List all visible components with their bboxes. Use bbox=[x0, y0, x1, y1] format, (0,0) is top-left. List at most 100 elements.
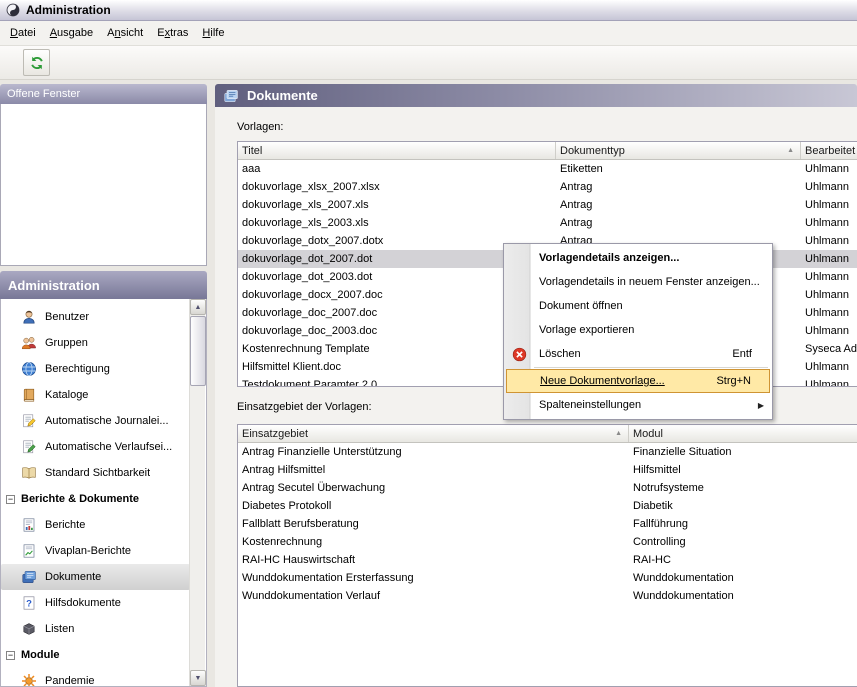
shortcut-label: Strg+N bbox=[716, 375, 763, 387]
sidebar-item-gruppen[interactable]: Gruppen bbox=[1, 330, 190, 356]
context-menu-item-vorlagendetails-anzeigen[interactable]: Vorlagendetails anzeigen... bbox=[506, 246, 770, 270]
table-cell: Uhlmann bbox=[801, 178, 857, 196]
sidebar-item-label: Standard Sichtbarkeit bbox=[45, 467, 150, 479]
column-header-modul[interactable]: Modul bbox=[629, 425, 857, 442]
sidebar-item-automatische-verlaufsei[interactable]: Automatische Verlaufsei... bbox=[1, 434, 190, 460]
sidebar-item-automatische-journalei[interactable]: Automatische Journalei... bbox=[1, 408, 190, 434]
sidebar-item-vivaplan-berichte[interactable]: Vivaplan-Berichte bbox=[1, 538, 190, 564]
user-icon bbox=[21, 309, 37, 325]
sidebar-item-hilfsdokumente[interactable]: ?Hilfsdokumente bbox=[1, 590, 190, 616]
table-row[interactable]: KostenrechnungControlling bbox=[238, 533, 857, 551]
title-bar: Administration bbox=[0, 0, 857, 21]
table-cell: Fallführung bbox=[629, 515, 857, 533]
sidebar-item-label: Module bbox=[21, 649, 60, 661]
menu-item-label: Neue Dokumentvorlage... bbox=[533, 375, 665, 387]
sidebar-item-listen[interactable]: Listen bbox=[1, 616, 190, 642]
history-icon bbox=[21, 439, 37, 455]
journal-icon bbox=[21, 413, 37, 429]
menu-ansicht[interactable]: Ansicht bbox=[100, 23, 150, 43]
sidebar-item-kataloge[interactable]: Kataloge bbox=[1, 382, 190, 408]
context-menu-item-neue-dokumentvorlage[interactable]: Neue Dokumentvorlage... Strg+N bbox=[506, 369, 770, 393]
documents-icon bbox=[223, 88, 239, 104]
scrollbar-down-button[interactable]: ▼ bbox=[190, 670, 206, 686]
column-header-titel[interactable]: Titel bbox=[238, 142, 556, 159]
menu-item-label: Vorlagendetails anzeigen... bbox=[532, 252, 679, 264]
tree-scrollbar[interactable]: ▲ ▼ bbox=[189, 299, 205, 686]
table-cell: Etiketten bbox=[556, 160, 801, 178]
scrollbar-thumb[interactable] bbox=[190, 316, 206, 386]
sidebar-item-standard-sichtbarkeit[interactable]: Standard Sichtbarkeit bbox=[1, 460, 190, 486]
table-cell: dokuvorlage_xls_2007.xls bbox=[238, 196, 556, 214]
svg-text:?: ? bbox=[26, 599, 32, 610]
column-header-bearbeitet-d[interactable]: Bearbeitet d bbox=[801, 142, 857, 159]
table-cell: Syseca Adm... bbox=[801, 340, 857, 358]
menu-datei[interactable]: Datei bbox=[3, 23, 43, 43]
visibility-icon bbox=[21, 465, 37, 481]
table-cell: Diabetik bbox=[629, 497, 857, 515]
context-menu: Vorlagendetails anzeigen... Vorlagendetai… bbox=[503, 243, 773, 420]
table-row[interactable]: RAI-HC HauswirtschaftRAI-HC bbox=[238, 551, 857, 569]
table-cell: Uhlmann bbox=[801, 160, 857, 178]
menu-item-label: Vorlage exportieren bbox=[532, 324, 634, 336]
table-cell: Antrag bbox=[556, 214, 801, 232]
context-menu-item-vorlagendetails-in-neuem-fenster-anzeigen[interactable]: Vorlagendetails in neuem Fenster anzeige… bbox=[506, 270, 770, 294]
einsatz-table-header-row: Einsatzgebiet▲ Modul bbox=[238, 425, 857, 443]
delete-icon bbox=[506, 347, 532, 362]
table-cell: Uhlmann bbox=[801, 196, 857, 214]
collapse-icon[interactable]: − bbox=[6, 495, 15, 504]
sidebar-item-berechtigung[interactable]: Berechtigung bbox=[1, 356, 190, 382]
sidebar-item-label: Automatische Verlaufsei... bbox=[45, 441, 172, 453]
sidebar-item-berichte[interactable]: Berichte bbox=[1, 512, 190, 538]
table-row[interactable]: dokuvorlage_xls_2003.xlsAntragUhlmann bbox=[238, 214, 857, 232]
catalog-icon bbox=[21, 387, 37, 403]
table-row[interactable]: Wunddokumentation ErsterfassungWunddokum… bbox=[238, 569, 857, 587]
sidebar-item-berichte-dokumente[interactable]: −Berichte & Dokumente bbox=[1, 486, 190, 512]
table-cell: Uhlmann bbox=[801, 304, 857, 322]
table-row[interactable]: dokuvorlage_xlsx_2007.xlsxAntragUhlmann bbox=[238, 178, 857, 196]
sidebar-item-module[interactable]: −Module bbox=[1, 642, 190, 668]
einsatzgebiet-label: Einsatzgebiet der Vorlagen: bbox=[237, 401, 372, 413]
table-cell: Wunddokumentation Verlauf bbox=[238, 587, 629, 605]
context-menu-item-dokument-oeffnen[interactable]: Dokument öffnen bbox=[506, 294, 770, 318]
menu-item-label: Vorlagendetails in neuem Fenster anzeige… bbox=[532, 276, 760, 288]
toolbar-refresh-button[interactable] bbox=[23, 49, 50, 76]
app-icon bbox=[5, 2, 21, 18]
collapse-icon[interactable]: − bbox=[6, 651, 15, 660]
admin-panel-title: Administration bbox=[8, 278, 100, 293]
menu-ausgabe[interactable]: Ausgabe bbox=[43, 23, 100, 43]
menu-extras[interactable]: Extras bbox=[150, 23, 195, 43]
context-menu-item-vorlage-exportieren[interactable]: Vorlage exportieren bbox=[506, 318, 770, 342]
table-row[interactable]: aaaEtikettenUhlmann bbox=[238, 160, 857, 178]
table-row[interactable]: Antrag HilfsmittelHilfsmittel bbox=[238, 461, 857, 479]
einsatzgebiet-table: Einsatzgebiet▲ Modul Antrag Finanzielle Un… bbox=[237, 424, 857, 687]
table-row[interactable]: Fallblatt BerufsberatungFallführung bbox=[238, 515, 857, 533]
sidebar-item-pandemie[interactable]: Pandemie bbox=[1, 668, 190, 687]
sidebar-item-label: Berichte & Dokumente bbox=[21, 493, 139, 505]
table-cell: Uhlmann bbox=[801, 322, 857, 340]
menu-item-label: Löschen bbox=[532, 348, 581, 360]
column-header-label: Modul bbox=[633, 428, 663, 440]
table-cell: Uhlmann bbox=[801, 376, 857, 387]
column-header-label: Bearbeitet d bbox=[805, 145, 857, 157]
table-cell: Uhlmann bbox=[801, 286, 857, 304]
table-cell: Fallblatt Berufsberatung bbox=[238, 515, 629, 533]
open-windows-list[interactable] bbox=[0, 104, 207, 266]
table-row[interactable]: Antrag Secutel ÜberwachungNotrufsysteme bbox=[238, 479, 857, 497]
context-menu-item-spalteneinstellungen[interactable]: Spalteneinstellungen▶ bbox=[506, 393, 770, 417]
table-cell: Hilfsmittel bbox=[629, 461, 857, 479]
column-header-dokumenttyp[interactable]: Dokumenttyp▲ bbox=[556, 142, 801, 159]
sidebar-item-benutzer[interactable]: Benutzer bbox=[1, 304, 190, 330]
menu-hilfe[interactable]: Hilfe bbox=[195, 23, 231, 43]
table-row[interactable]: Wunddokumentation VerlaufWunddokumentati… bbox=[238, 587, 857, 605]
table-row[interactable]: dokuvorlage_xls_2007.xlsAntragUhlmann bbox=[238, 196, 857, 214]
table-row[interactable]: Antrag Finanzielle UnterstützungFinanzie… bbox=[238, 443, 857, 461]
sidebar-item-label: Berichte bbox=[45, 519, 85, 531]
open-windows-panel-header: Offene Fenster bbox=[0, 84, 207, 104]
sidebar-item-label: Gruppen bbox=[45, 337, 88, 349]
column-header-einsatzgebiet[interactable]: Einsatzgebiet▲ bbox=[238, 425, 629, 442]
table-row[interactable]: Diabetes ProtokollDiabetik bbox=[238, 497, 857, 515]
scrollbar-up-button[interactable]: ▲ bbox=[190, 299, 206, 315]
sidebar-item-label: Pandemie bbox=[45, 675, 95, 687]
sidebar-item-dokumente[interactable]: Dokumente bbox=[1, 564, 190, 590]
context-menu-item-loeschen[interactable]: LöschenEntf bbox=[506, 342, 770, 366]
